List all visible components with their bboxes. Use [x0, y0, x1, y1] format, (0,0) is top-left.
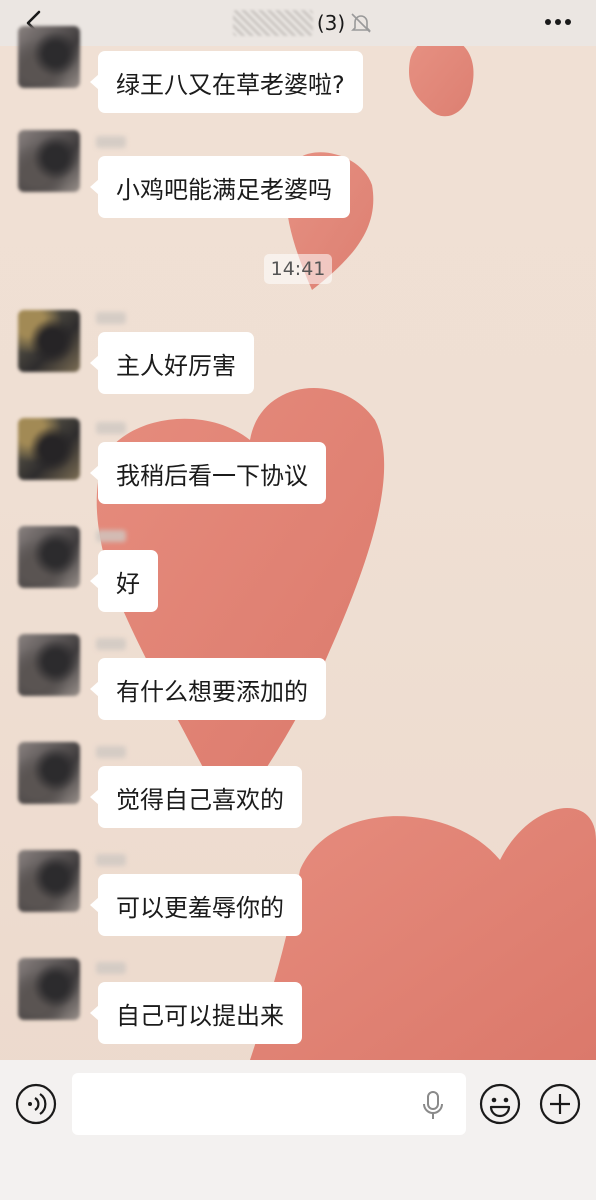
group-name-blurred	[232, 10, 313, 36]
message-bubble[interactable]: 好	[90, 550, 158, 612]
avatar[interactable]	[18, 958, 80, 1020]
avatar[interactable]	[18, 850, 80, 912]
nickname-blurred	[96, 530, 126, 542]
message-input[interactable]	[72, 1073, 466, 1135]
message-bubble[interactable]: 自己可以提出来	[90, 982, 302, 1044]
bell-muted-icon	[351, 13, 372, 33]
avatar[interactable]	[18, 310, 80, 372]
nickname-blurred	[96, 422, 126, 434]
message-list[interactable]: 绿王八又在草老婆啦? 小鸡吧能满足老婆吗 14:41 主人好厉害 我稍后看一下协…	[0, 26, 596, 1060]
avatar[interactable]	[18, 742, 80, 804]
avatar[interactable]	[18, 634, 80, 696]
avatar[interactable]	[18, 418, 80, 480]
nickname-blurred	[96, 312, 126, 324]
nickname-blurred	[96, 638, 126, 650]
nickname-blurred	[96, 854, 126, 866]
input-bar	[0, 1060, 596, 1200]
nickname-blurred	[96, 962, 126, 974]
nickname-blurred	[96, 136, 126, 148]
message-bubble[interactable]: 小鸡吧能满足老婆吗	[90, 156, 350, 218]
avatar[interactable]	[18, 130, 80, 192]
message-bubble[interactable]: 可以更羞辱你的	[90, 874, 302, 936]
more-dots-icon[interactable]	[542, 10, 574, 34]
chat-title: (3)	[232, 10, 373, 36]
message-bubble[interactable]: 觉得自己喜欢的	[90, 766, 302, 828]
plus-icon[interactable]	[539, 1083, 581, 1125]
message-bubble[interactable]: 我稍后看一下协议	[90, 442, 326, 504]
emoji-icon[interactable]	[479, 1083, 521, 1125]
nickname-blurred	[96, 746, 126, 758]
avatar[interactable]	[18, 526, 80, 588]
avatar[interactable]	[18, 26, 80, 88]
timestamp: 14:41	[264, 254, 332, 284]
message-bubble[interactable]: 绿王八又在草老婆啦?	[90, 51, 363, 113]
microphone-icon[interactable]	[418, 1089, 448, 1121]
message-input-field[interactable]	[72, 1073, 466, 1135]
voice-icon[interactable]	[15, 1083, 57, 1125]
top-nav-bar: (3)	[0, 0, 596, 46]
message-bubble[interactable]: 有什么想要添加的	[90, 658, 326, 720]
member-count: (3)	[316, 11, 346, 35]
message-bubble[interactable]: 主人好厉害	[90, 332, 254, 394]
